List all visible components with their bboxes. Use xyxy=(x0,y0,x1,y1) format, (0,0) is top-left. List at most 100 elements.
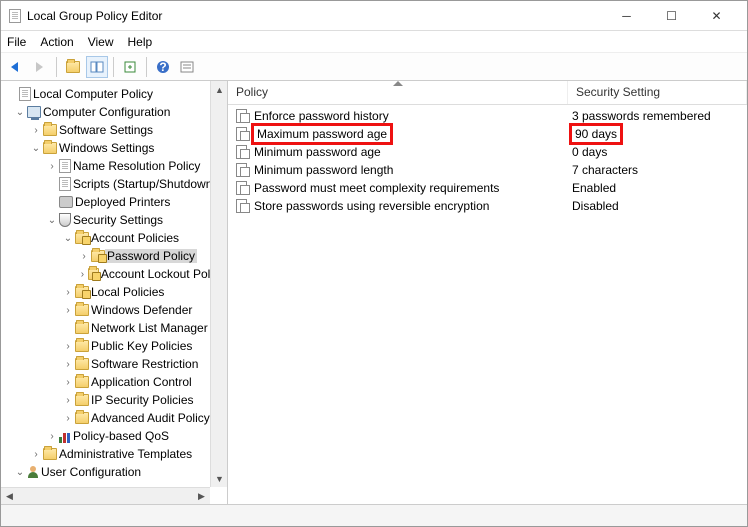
tree-account-policies[interactable]: ⌄Account Policies xyxy=(1,229,227,247)
list-item[interactable]: Store passwords using reversible encrypt… xyxy=(228,197,747,215)
folder-icon xyxy=(75,412,89,424)
list-item[interactable]: Minimum password age0 days xyxy=(228,143,747,161)
tree-horizontal-scrollbar[interactable]: ◀▶ xyxy=(1,487,210,504)
policy-item-icon xyxy=(236,127,250,141)
app-icon xyxy=(9,9,21,23)
policy-item-icon xyxy=(236,181,250,195)
title-bar: Local Group Policy Editor ─ ☐ ✕ xyxy=(1,1,747,31)
tree-user-config[interactable]: ⌄User Configuration xyxy=(1,463,227,481)
computer-icon xyxy=(27,106,41,118)
tree-local-policies[interactable]: ›Local Policies xyxy=(1,283,227,301)
show-hide-tree-button[interactable] xyxy=(86,56,108,78)
policy-value: Disabled xyxy=(572,199,619,213)
scroll-up-icon[interactable]: ▲ xyxy=(211,81,228,98)
policy-name: Password must meet complexity requiremen… xyxy=(254,181,499,195)
policy-value: 3 passwords remembered xyxy=(572,109,711,123)
menu-help[interactable]: Help xyxy=(128,35,153,49)
policy-value: Enabled xyxy=(572,181,616,195)
user-icon xyxy=(27,466,39,478)
svg-text:?: ? xyxy=(159,60,166,74)
chevron-right-icon[interactable]: › xyxy=(77,251,91,262)
tree-advanced-audit[interactable]: ›Advanced Audit Policy xyxy=(1,409,227,427)
scroll-right-icon[interactable]: ▶ xyxy=(193,488,210,504)
tree-software-settings[interactable]: ›Software Settings xyxy=(1,121,227,139)
chevron-right-icon[interactable]: › xyxy=(61,287,75,298)
chevron-right-icon[interactable]: › xyxy=(61,377,75,388)
chevron-right-icon[interactable]: › xyxy=(77,269,88,280)
policy-item-icon xyxy=(236,163,250,177)
back-button[interactable] xyxy=(5,56,27,78)
policy-value: 0 days xyxy=(572,145,607,159)
chevron-right-icon[interactable]: › xyxy=(61,413,75,424)
chevron-right-icon[interactable]: › xyxy=(61,359,75,370)
export-button[interactable] xyxy=(119,56,141,78)
filter-button[interactable] xyxy=(176,56,198,78)
tree-root[interactable]: Local Computer Policy xyxy=(1,85,227,103)
tree-network-list[interactable]: Network List Manager xyxy=(1,319,227,337)
chevron-down-icon[interactable]: ⌄ xyxy=(29,143,43,154)
policy-name: Maximum password age xyxy=(251,123,393,145)
tree-account-lockout[interactable]: ›Account Lockout Policy xyxy=(1,265,227,283)
chevron-right-icon[interactable]: › xyxy=(61,305,75,316)
column-policy[interactable]: Policy xyxy=(228,81,568,104)
close-button[interactable]: ✕ xyxy=(694,2,739,30)
status-bar xyxy=(1,504,747,526)
column-security-setting[interactable]: Security Setting xyxy=(568,81,747,104)
tree-pane: Local Computer Policy ⌄Computer Configur… xyxy=(1,81,228,504)
tree-deployed-printers[interactable]: Deployed Printers xyxy=(1,193,227,211)
tree-vertical-scrollbar[interactable]: ▲▼ xyxy=(210,81,227,487)
list-item[interactable]: Minimum password length7 characters xyxy=(228,161,747,179)
tree-computer-config[interactable]: ⌄Computer Configuration xyxy=(1,103,227,121)
chevron-down-icon[interactable]: ⌄ xyxy=(13,107,27,118)
menu-file[interactable]: File xyxy=(7,35,26,49)
toolbar: ? xyxy=(1,53,747,81)
chevron-right-icon[interactable]: › xyxy=(29,449,43,460)
chevron-right-icon[interactable]: › xyxy=(61,395,75,406)
scroll-down-icon[interactable]: ▼ xyxy=(211,470,228,487)
up-button[interactable] xyxy=(62,56,84,78)
tree-security-settings[interactable]: ⌄Security Settings xyxy=(1,211,227,229)
list-pane: Policy Security Setting Enforce password… xyxy=(228,81,747,504)
tree-software-restriction[interactable]: ›Software Restriction xyxy=(1,355,227,373)
policy-root-icon xyxy=(19,87,31,101)
policy-item-icon xyxy=(236,199,250,213)
scroll-left-icon[interactable]: ◀ xyxy=(1,488,18,504)
folder-lock-icon xyxy=(75,232,89,244)
tree-password-policy[interactable]: ›Password Policy xyxy=(1,247,227,265)
chevron-right-icon[interactable]: › xyxy=(29,125,43,136)
list-header: Policy Security Setting xyxy=(228,81,747,105)
chevron-down-icon[interactable]: ⌄ xyxy=(61,233,75,244)
chevron-down-icon[interactable]: ⌄ xyxy=(13,467,27,478)
tree-name-resolution[interactable]: ›Name Resolution Policy xyxy=(1,157,227,175)
tree-admin-templates[interactable]: ›Administrative Templates xyxy=(1,445,227,463)
doc-icon xyxy=(59,159,71,173)
tree-ip-security[interactable]: ›IP Security Policies xyxy=(1,391,227,409)
minimize-button[interactable]: ─ xyxy=(604,2,649,30)
tree-application-control[interactable]: ›Application Control xyxy=(1,373,227,391)
tree-windows-defender[interactable]: ›Windows Defender xyxy=(1,301,227,319)
qos-icon xyxy=(59,430,71,443)
list-item[interactable]: Password must meet complexity requiremen… xyxy=(228,179,747,197)
folder-icon xyxy=(75,376,89,388)
menu-bar: File Action View Help xyxy=(1,31,747,53)
menu-view[interactable]: View xyxy=(88,35,114,49)
menu-action[interactable]: Action xyxy=(40,35,73,49)
help-button[interactable]: ? xyxy=(152,56,174,78)
window-title: Local Group Policy Editor xyxy=(27,9,162,23)
chevron-right-icon[interactable]: › xyxy=(45,161,59,172)
maximize-button[interactable]: ☐ xyxy=(649,2,694,30)
chevron-down-icon[interactable]: ⌄ xyxy=(45,215,59,226)
chevron-right-icon[interactable]: › xyxy=(45,431,59,442)
forward-button[interactable] xyxy=(29,56,51,78)
tree-public-key[interactable]: ›Public Key Policies xyxy=(1,337,227,355)
tree-policy-qos[interactable]: ›Policy-based QoS xyxy=(1,427,227,445)
policy-item-icon xyxy=(236,145,250,159)
chevron-right-icon[interactable]: › xyxy=(61,341,75,352)
policy-name: Enforce password history xyxy=(254,109,389,123)
shield-icon xyxy=(59,213,71,227)
folder-icon xyxy=(75,358,89,370)
list-item[interactable]: Maximum password age90 days xyxy=(228,125,747,143)
policy-value: 7 characters xyxy=(572,163,638,177)
tree-windows-settings[interactable]: ⌄Windows Settings xyxy=(1,139,227,157)
tree-scripts[interactable]: Scripts (Startup/Shutdown) xyxy=(1,175,227,193)
